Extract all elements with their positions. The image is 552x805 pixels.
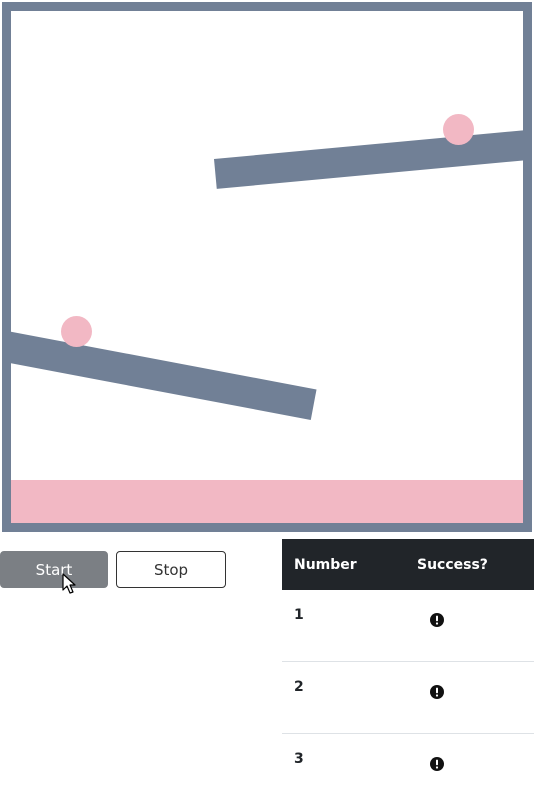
header-number: Number	[294, 556, 357, 573]
exclamation-circle-icon	[430, 685, 444, 699]
start-button[interactable]: Start	[0, 551, 108, 588]
results-table-header: Number Success?	[282, 539, 534, 590]
exclamation-circle-icon	[430, 757, 444, 771]
ground	[11, 480, 523, 523]
table-row: 3	[282, 734, 534, 805]
mouse-cursor-icon	[62, 573, 76, 594]
upper-ball	[443, 114, 474, 145]
exclamation-circle-icon	[430, 613, 444, 627]
table-row: 2	[282, 662, 534, 734]
lower-plank	[11, 331, 317, 420]
row-number: 3	[294, 751, 304, 767]
table-row: 1	[282, 590, 534, 662]
lower-ball	[61, 316, 92, 347]
results-table: Number Success? 1 2 3	[282, 539, 534, 805]
stop-button[interactable]: Stop	[116, 551, 226, 588]
row-number: 1	[294, 607, 304, 623]
row-number: 2	[294, 679, 304, 695]
simulation-canvas	[2, 2, 532, 532]
header-success: Success?	[417, 556, 488, 573]
upper-plank	[214, 130, 523, 189]
